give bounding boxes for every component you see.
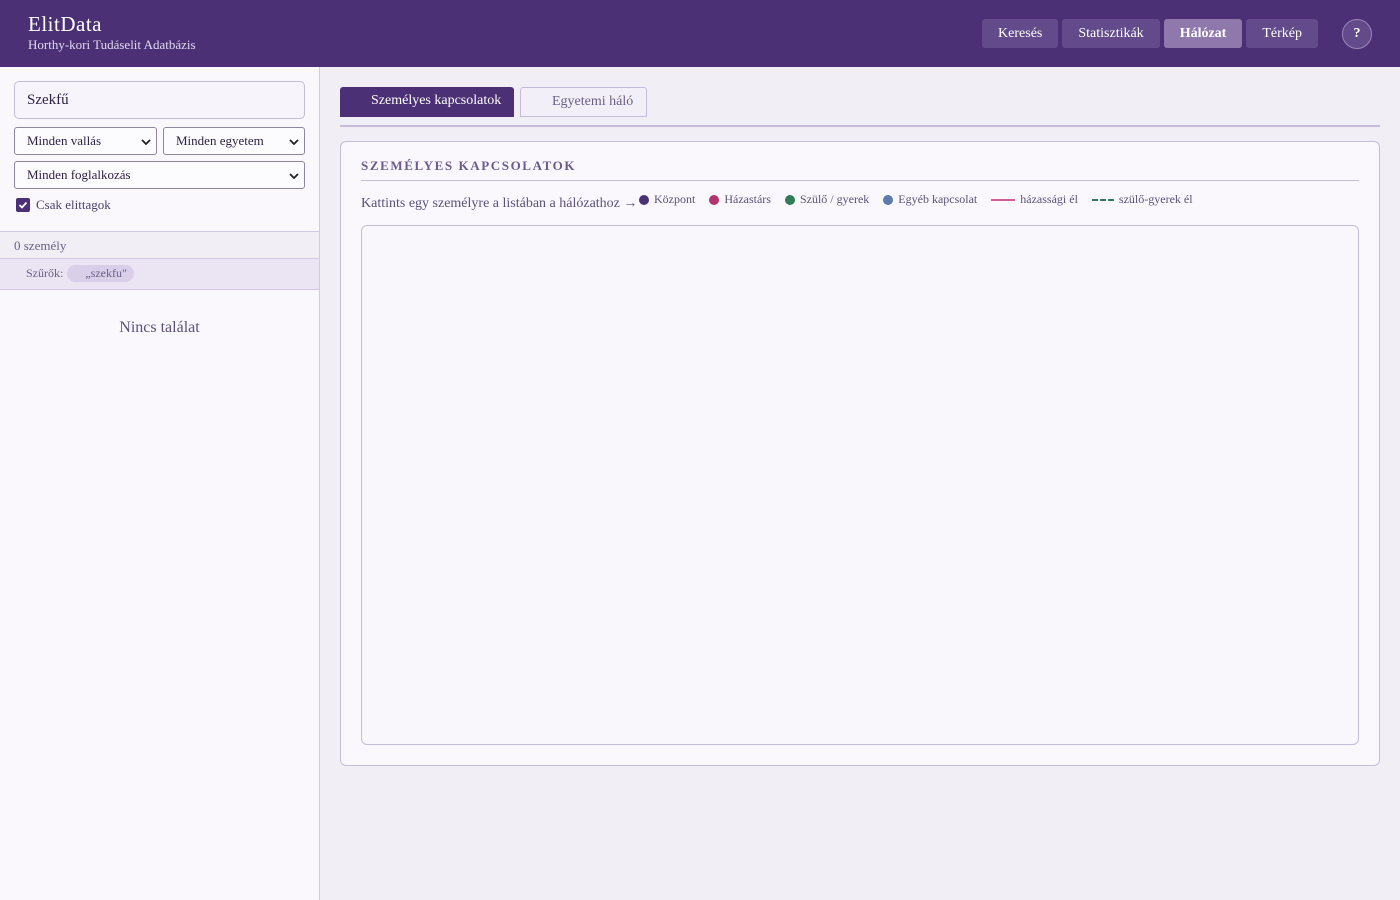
app-subtitle: Horthy-kori Tudáselit Adatbázis xyxy=(28,37,196,52)
network-graph-canvas[interactable] xyxy=(361,225,1359,745)
legend-label: Egyéb kapcsolat xyxy=(898,192,978,206)
app-title: ElitData xyxy=(28,12,102,36)
filter-chip[interactable]: „szekfu" xyxy=(67,265,134,282)
active-filters: Szűrők: „szekfu" xyxy=(0,259,319,290)
legend-parent-child: Szülő / gyerek xyxy=(784,192,870,207)
legend-label: Házastárs xyxy=(724,192,771,206)
chevron-down-icon xyxy=(289,173,299,180)
religion-select[interactable]: Minden vallás xyxy=(14,127,157,155)
nav-statistics-button[interactable]: Statisztikák xyxy=(1062,19,1160,48)
university-select[interactable]: Minden egyetem xyxy=(163,127,305,155)
legend-parent-child-edge: szülő-gyerek él xyxy=(1091,192,1193,207)
parent-child-dot-icon xyxy=(784,194,795,205)
legend-label: szülő-gyerek él xyxy=(1118,192,1193,206)
legend-marriage-edge: házassági él xyxy=(991,192,1078,207)
help-button[interactable]: ? xyxy=(1342,19,1372,49)
marriage-edge-icon xyxy=(991,198,1016,201)
occupation-select-value: Minden foglalkozás xyxy=(27,167,131,182)
legend-center: Központ xyxy=(639,192,695,207)
elite-only-label[interactable]: Csak elittagok xyxy=(36,197,111,213)
legend-label: Szülő / gyerek xyxy=(799,192,870,206)
legend-other: Egyéb kapcsolat xyxy=(883,192,977,207)
app-header: ElitData Horthy-kori Tudáselit Adatbázis… xyxy=(0,0,1400,67)
main-nav: Keresés Statisztikák Hálózat Térkép xyxy=(982,19,1318,48)
tab-personal-connections[interactable]: Személyes kapcsolatok xyxy=(340,87,514,117)
tab-divider xyxy=(340,125,1380,127)
chevron-down-icon xyxy=(289,139,299,146)
search-input[interactable]: Szekfű xyxy=(14,81,305,119)
chevron-down-icon xyxy=(141,139,151,146)
checkmark-icon xyxy=(18,201,28,209)
center-dot-icon xyxy=(639,194,649,205)
elite-only-option: Csak elittagok xyxy=(16,197,111,213)
legend-spouse: Házastárs xyxy=(709,192,771,207)
sidebar: Szekfű Minden vallás Minden egyetem Mind… xyxy=(0,67,320,900)
nav-network-button[interactable]: Hálózat xyxy=(1163,19,1243,48)
filters-label: Szűrők: xyxy=(26,266,64,280)
result-count: 0 személy xyxy=(0,231,319,259)
nav-search-button[interactable]: Keresés xyxy=(982,19,1059,48)
network-legend: Központ Házastárs Szülő / gyerek Egyéb k… xyxy=(639,192,1207,207)
tab-university-network[interactable]: Egyetemi háló xyxy=(520,87,647,117)
other-dot-icon xyxy=(883,194,894,205)
university-select-value: Minden egyetem xyxy=(176,133,264,148)
panel-title: SZEMÉLYES KAPCSOLATOK xyxy=(361,158,577,173)
elite-only-checkbox[interactable] xyxy=(16,198,30,212)
network-hint: Kattints egy személyre a listában a háló… xyxy=(361,196,638,211)
parent-child-edge-icon xyxy=(1091,198,1114,201)
religion-select-value: Minden vallás xyxy=(27,133,102,148)
legend-label: házassági él xyxy=(1020,192,1078,206)
divider xyxy=(361,180,1359,181)
occupation-select[interactable]: Minden foglalkozás xyxy=(14,161,305,189)
spouse-dot-icon xyxy=(709,194,720,205)
network-panel: SZEMÉLYES KAPCSOLATOK Kattints egy szemé… xyxy=(340,141,1380,766)
nav-map-button[interactable]: Térkép xyxy=(1246,19,1318,48)
legend-label: Központ xyxy=(654,192,696,206)
empty-state: Nincs találat xyxy=(119,319,200,336)
